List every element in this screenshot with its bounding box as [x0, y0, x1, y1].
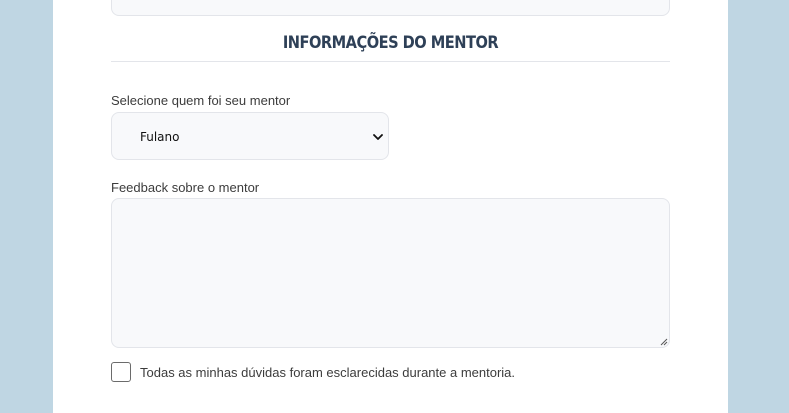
section-title: INFORMAÇÕES DO MENTOR [282, 33, 499, 53]
mentor-select[interactable]: Fulano [111, 112, 389, 160]
feedback-label: Feedback sobre o mentor [111, 180, 260, 195]
previous-input-field[interactable] [111, 0, 670, 16]
chevron-down-icon [373, 134, 383, 140]
mentor-select-value: Fulano [140, 130, 180, 144]
section-divider [111, 61, 670, 62]
form-panel: INFORMAÇÕES DO MENTOR Selecione quem foi… [53, 0, 728, 413]
confirmation-checkbox-label[interactable]: Todas as minhas dúvidas foram esclarecid… [140, 365, 515, 380]
feedback-textarea[interactable] [111, 198, 670, 348]
mentor-select-label: Selecione quem foi seu mentor [111, 93, 291, 108]
resize-handle-icon[interactable] [660, 338, 668, 346]
confirmation-checkbox[interactable] [111, 362, 131, 382]
